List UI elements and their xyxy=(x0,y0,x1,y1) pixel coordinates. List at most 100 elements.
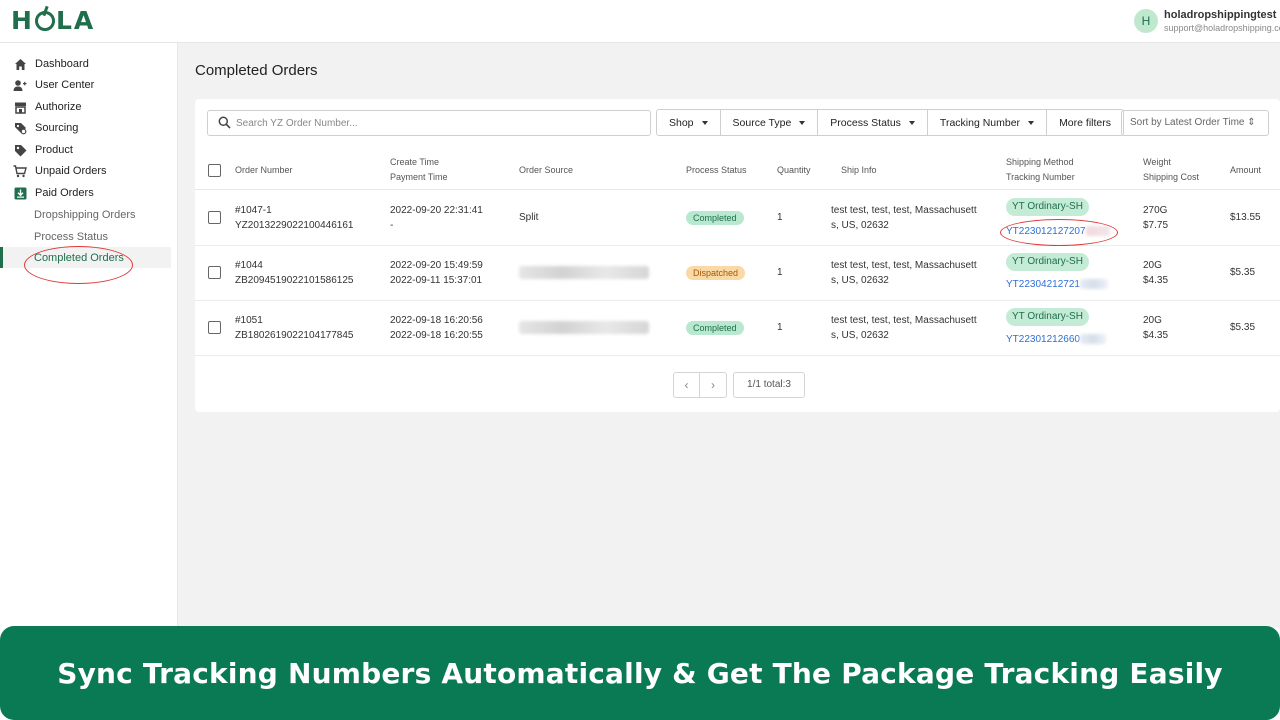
main-content: Completed Orders Shop Source Type Proces… xyxy=(178,43,1280,628)
cart-icon xyxy=(13,164,27,178)
download-box-icon xyxy=(13,186,27,200)
header-weight: Weight xyxy=(1143,157,1171,167)
prev-page-button[interactable]: ‹ xyxy=(673,372,700,398)
shipping-cost: $4.35 xyxy=(1143,330,1169,341)
search-input[interactable] xyxy=(236,115,636,131)
sidebar-subitem-dropshipping-orders[interactable]: Dropshipping Orders xyxy=(34,209,136,221)
sidebar-item-unpaid-orders[interactable]: Unpaid Orders xyxy=(13,161,107,181)
sidebar-item-label: Product xyxy=(35,144,73,156)
sidebar-item-paid-orders[interactable]: Paid Orders xyxy=(13,183,94,203)
shipping-method-pill: YT Ordinary-SH xyxy=(1006,308,1089,326)
user-email: support@holadropshipping.com xyxy=(1164,23,1280,33)
more-filters-button[interactable]: More filters xyxy=(1047,110,1123,135)
redacted-order-source xyxy=(519,266,649,279)
status-badge: Completed xyxy=(686,211,744,225)
table-row[interactable]: #1044 ZB2094519022101586125 2022-09-20 1… xyxy=(195,246,1280,301)
table-row[interactable]: #1047-1 YZ2013229022100446161 2022-09-20… xyxy=(195,191,1280,246)
caret-down-icon xyxy=(1028,120,1035,125)
promo-banner: Sync Tracking Numbers Automatically & Ge… xyxy=(0,626,1280,720)
order-number[interactable]: #1044 xyxy=(235,258,263,273)
process-status-filter-label: Process Status xyxy=(830,116,901,129)
user-menu[interactable]: H holadropshippingtest support@holadrops… xyxy=(1134,8,1280,36)
tracking-number-filter[interactable]: Tracking Number xyxy=(928,110,1048,135)
weight: 20G xyxy=(1143,260,1162,271)
tracking-number-link[interactable]: YT22304212721 xyxy=(1006,279,1108,290)
yz-order-number: ZB2094519022101586125 xyxy=(235,275,354,286)
pagination: ‹ › xyxy=(673,372,727,398)
header-order-source: Order Source xyxy=(519,165,574,175)
create-time: 2022-09-20 22:31:41 xyxy=(390,205,483,216)
store-icon xyxy=(13,100,27,114)
header-payment-time: Payment Time xyxy=(390,172,448,182)
header-tracking-number: Tracking Number xyxy=(1006,172,1075,182)
search-icon xyxy=(218,116,231,134)
quantity: 1 xyxy=(777,267,783,278)
row-checkbox[interactable] xyxy=(208,266,221,279)
order-source: Split xyxy=(519,212,539,223)
header-shipping-method: Shipping Method xyxy=(1006,157,1074,167)
next-page-button[interactable]: › xyxy=(700,372,727,398)
yz-order-number: ZB1802619022104177845 xyxy=(235,330,354,341)
sidebar-item-label: Dashboard xyxy=(35,58,89,70)
sidebar-item-authorize[interactable]: Authorize xyxy=(13,97,81,117)
payment-time: 2022-09-18 16:20:55 xyxy=(390,330,483,341)
order-number[interactable]: #1051 xyxy=(235,313,263,328)
sidebar-item-label: Unpaid Orders xyxy=(35,165,107,177)
header-process-status: Process Status xyxy=(686,165,747,175)
amount: $13.55 xyxy=(1230,212,1261,223)
sidebar-item-label: Authorize xyxy=(35,101,82,113)
ship-info-line2: s, US, 02632 xyxy=(831,330,889,341)
page-title: Completed Orders xyxy=(195,62,318,79)
weight: 270G xyxy=(1143,205,1168,216)
select-all-checkbox[interactable] xyxy=(208,164,221,177)
tracking-number-text: YT22301212660 xyxy=(1006,334,1080,345)
top-bar: H LA H holadropshippingtest support@holad… xyxy=(0,0,1280,43)
header-ship-info: Ship Info xyxy=(841,165,877,175)
order-number[interactable]: #1047-1 xyxy=(235,203,272,218)
row-checkbox[interactable] xyxy=(208,211,221,224)
table-header: Order Number Create Time Payment Time Or… xyxy=(195,151,1280,190)
sidebar-item-label: Paid Orders xyxy=(35,187,94,199)
process-status-filter[interactable]: Process Status xyxy=(818,110,928,135)
ship-info-line2: s, US, 02632 xyxy=(831,220,889,231)
caret-down-icon xyxy=(908,120,915,125)
home-icon xyxy=(13,57,27,71)
shop-filter[interactable]: Shop xyxy=(657,110,721,135)
sidebar-item-sourcing[interactable]: Sourcing xyxy=(13,118,78,138)
banner-text: Sync Tracking Numbers Automatically & Ge… xyxy=(57,656,1223,690)
sidebar-subitem-process-status[interactable]: Process Status xyxy=(34,231,108,243)
tracking-number-link[interactable]: YT22301212660 xyxy=(1006,334,1106,345)
hola-logo[interactable]: H LA xyxy=(11,6,95,35)
ship-info-line1: test test, test, test, Massachusett xyxy=(831,205,977,216)
shop-filter-label: Shop xyxy=(669,116,694,129)
ship-info-line2: s, US, 02632 xyxy=(831,275,889,286)
table-row[interactable]: #1051 ZB1802619022104177845 2022-09-18 1… xyxy=(195,301,1280,356)
filter-bar: Shop Source Type Process Status Tracking… xyxy=(656,109,1124,136)
sidebar: Dashboard User Center Authorize Sourcing… xyxy=(0,43,178,628)
sidebar-item-dashboard[interactable]: Dashboard xyxy=(13,54,89,74)
quantity: 1 xyxy=(777,212,783,223)
sidebar-item-product[interactable]: Product xyxy=(13,140,73,160)
sidebar-item-user-center[interactable]: User Center xyxy=(13,75,94,95)
header-amount: Amount xyxy=(1230,165,1262,175)
search-tag-icon xyxy=(13,121,27,135)
create-time: 2022-09-18 16:20:56 xyxy=(390,315,483,326)
caret-down-icon xyxy=(701,120,708,125)
source-type-filter-label: Source Type xyxy=(732,116,792,129)
user-add-icon xyxy=(13,78,27,92)
shipping-method-pill: YT Ordinary-SH xyxy=(1006,253,1089,271)
redacted-order-source xyxy=(519,321,649,334)
status-badge: Completed xyxy=(686,321,744,335)
search-box xyxy=(207,110,651,136)
redacted-suffix xyxy=(1079,279,1108,290)
user-name: holadropshippingtest xyxy=(1164,9,1277,21)
tracking-number-text: YT22304212721 xyxy=(1006,279,1080,290)
sort-select[interactable]: Sort by Latest Order Time ⇕ xyxy=(1121,110,1269,136)
payment-time: 2022-09-11 15:37:01 xyxy=(390,275,483,286)
caret-down-icon xyxy=(799,120,806,125)
avatar[interactable]: H xyxy=(1134,9,1158,33)
source-type-filter[interactable]: Source Type xyxy=(721,110,819,135)
payment-time: - xyxy=(390,220,394,231)
row-checkbox[interactable] xyxy=(208,321,221,334)
pagination-info: 1/1 total:3 xyxy=(733,372,805,398)
